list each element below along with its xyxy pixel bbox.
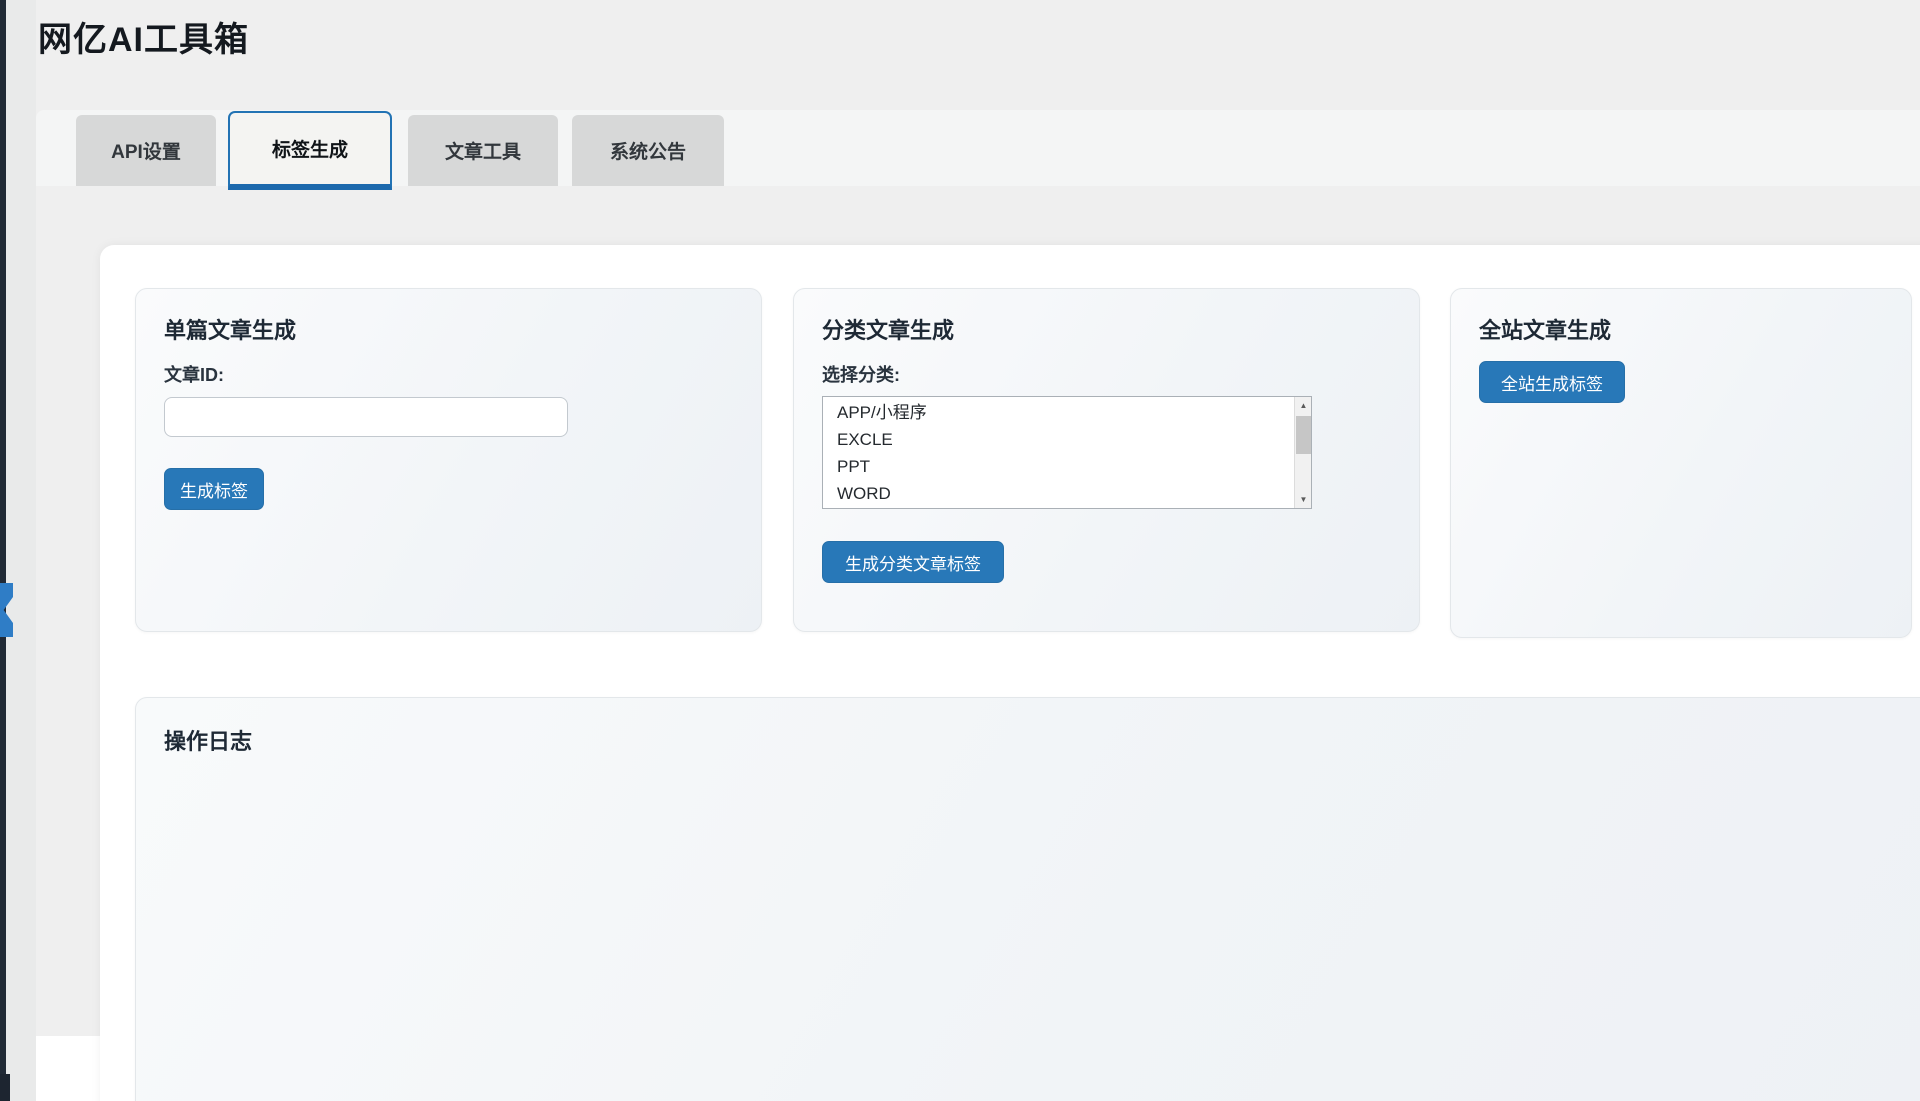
card-title: 单篇文章生成 (164, 313, 296, 345)
generate-site-tags-button[interactable]: 全站生成标签 (1479, 361, 1625, 403)
left-edge-bar-foot (0, 1074, 10, 1101)
category-option[interactable]: APP/小程序 (823, 399, 1294, 426)
scrollbar-thumb[interactable] (1296, 416, 1311, 454)
button-label: 全站生成标签 (1501, 370, 1603, 395)
category-article-card: 分类文章生成 选择分类: APP/小程序 EXCLE PPT WORD ▲ ▼ … (793, 288, 1420, 632)
generate-category-tags-button[interactable]: 生成分类文章标签 (822, 541, 1004, 583)
page-title: 网亿AI工具箱 (38, 12, 249, 61)
category-options: APP/小程序 EXCLE PPT WORD (823, 397, 1294, 508)
card-title: 全站文章生成 (1479, 313, 1611, 345)
button-label: 生成标签 (180, 477, 248, 502)
tab-label: 系统公告 (610, 137, 686, 164)
generate-tags-button[interactable]: 生成标签 (164, 468, 264, 510)
tab-tag-generation[interactable]: 标签生成 (228, 111, 392, 190)
tab-article-tools[interactable]: 文章工具 (408, 115, 558, 186)
tab-label: API设置 (111, 137, 181, 164)
category-listbox[interactable]: APP/小程序 EXCLE PPT WORD ▲ ▼ (822, 396, 1312, 509)
article-id-label: 文章ID: (164, 361, 224, 387)
left-gutter (6, 0, 36, 1101)
tab-api-settings[interactable]: API设置 (76, 115, 216, 186)
scroll-up-icon[interactable]: ▲ (1295, 397, 1312, 414)
operation-log-title: 操作日志 (164, 724, 252, 756)
article-id-input[interactable] (164, 397, 568, 437)
select-category-label: 选择分类: (822, 361, 900, 387)
app-window: 网亿AI工具箱 API设置 标签生成 文章工具 系统公告 单篇文章生成 文章ID… (0, 0, 1920, 1101)
operation-log-card: 操作日志 (135, 697, 1920, 1101)
button-label: 生成分类文章标签 (845, 550, 981, 575)
tab-system-announcement[interactable]: 系统公告 (572, 115, 724, 186)
category-option[interactable]: PPT (823, 453, 1294, 480)
site-article-card: 全站文章生成 全站生成标签 (1450, 288, 1912, 638)
scroll-down-icon[interactable]: ▼ (1295, 491, 1312, 508)
category-option[interactable]: EXCLE (823, 426, 1294, 453)
category-option[interactable]: WORD (823, 480, 1294, 507)
tab-label: 标签生成 (272, 135, 348, 162)
tab-label: 文章工具 (445, 137, 521, 164)
single-article-card: 单篇文章生成 文章ID: 生成标签 (135, 288, 762, 632)
left-edge-bar (0, 0, 6, 1101)
card-title: 分类文章生成 (822, 313, 954, 345)
listbox-scrollbar[interactable]: ▲ ▼ (1294, 397, 1311, 508)
